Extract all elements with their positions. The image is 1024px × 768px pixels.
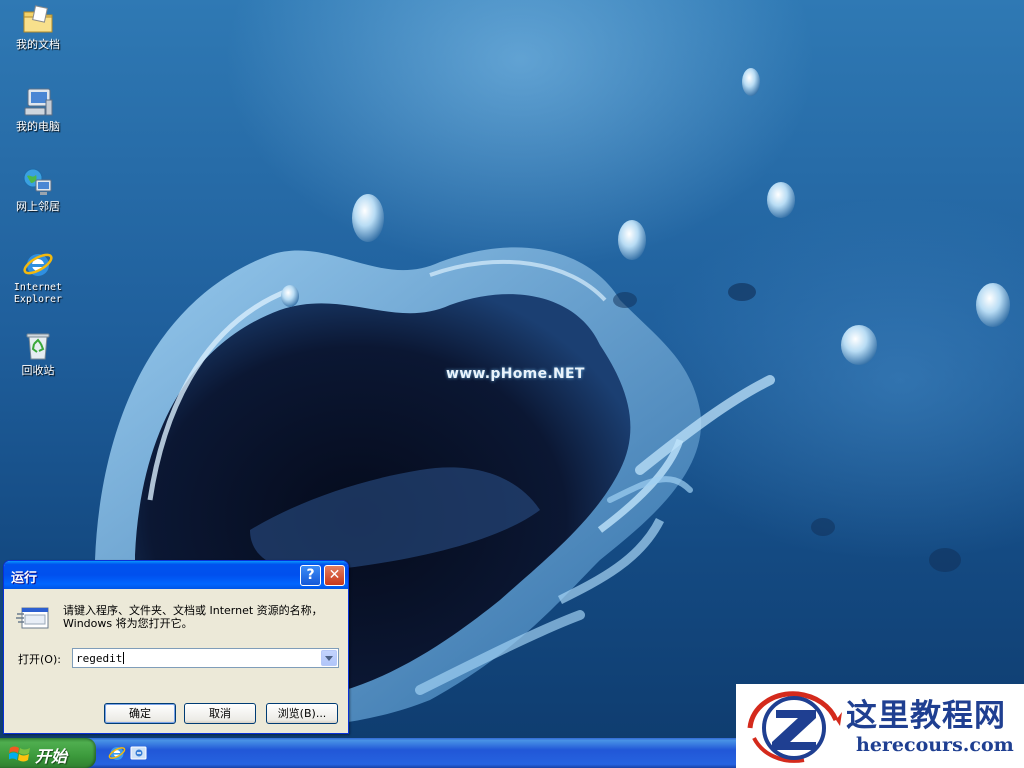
command-input[interactable]: regedit (76, 652, 125, 665)
desktop-icon-my-computer[interactable]: 我的电脑 (4, 86, 72, 133)
command-combobox[interactable]: regedit (72, 648, 339, 668)
recycle-bin-icon (26, 333, 50, 360)
brand-title: 这里教程网 (846, 698, 1006, 734)
ok-button[interactable]: 确定 (104, 703, 176, 724)
run-dialog-title: 运行 (11, 571, 38, 586)
text-caret (123, 652, 125, 664)
desktop-icon-my-documents[interactable]: 我的文档 (4, 4, 72, 51)
close-button[interactable]: ✕ (324, 565, 345, 586)
help-button[interactable]: ? (300, 565, 321, 586)
internet-explorer-icon[interactable] (108, 744, 126, 762)
my-documents-folder-icon (23, 5, 53, 33)
desktop-icon-label: 我的文档 (16, 38, 60, 51)
show-desktop-icon[interactable] (130, 744, 148, 762)
run-program-icon (16, 607, 49, 629)
brand-url: herecours.com (856, 734, 1014, 756)
brand-logo-icon (747, 691, 842, 763)
browse-button[interactable]: 浏览(B)... (266, 703, 338, 724)
brand-watermark: 这里教程网 herecours.com (736, 684, 1024, 768)
desktop-icon-label: 我的电脑 (16, 120, 60, 133)
cancel-button[interactable]: 取消 (184, 703, 256, 724)
desktop-icon-label: 网上邻居 (16, 200, 60, 213)
desktop-icon-recycle-bin[interactable]: 回收站 (4, 330, 72, 377)
network-places-icon (23, 168, 52, 195)
open-label: 打开(O): (18, 653, 61, 666)
run-dialog-titlebar[interactable]: 运行 ? ✕ (4, 561, 348, 589)
start-button[interactable]: 开始 (0, 738, 96, 768)
desktop-icon-internet-explorer[interactable]: Internet Explorer (4, 248, 72, 306)
desktop-icon-label: 回收站 (21, 364, 55, 377)
command-value: regedit (76, 652, 123, 665)
wallpaper-watermark: www.pHome.NET (446, 366, 585, 382)
desktop-icon-label: Internet Explorer (13, 282, 63, 305)
run-dialog: 运行 ? ✕ 请键入程序、文件夹、文档或 Internet 资源的名称，Wind… (3, 560, 349, 734)
start-label: 开始 (35, 747, 68, 766)
internet-explorer-icon (23, 253, 53, 276)
my-computer-icon (24, 88, 53, 116)
run-dialog-description: 请键入程序、文件夹、文档或 Internet 资源的名称，Windows 将为您… (63, 604, 323, 630)
desktop-icon-network-places[interactable]: 网上邻居 (4, 166, 72, 213)
chevron-down-icon[interactable] (321, 650, 337, 666)
windows-logo-icon (9, 746, 30, 762)
